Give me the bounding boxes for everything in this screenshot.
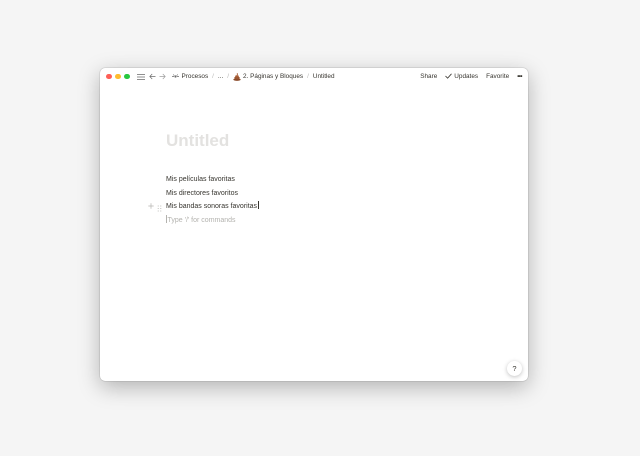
- text-block-active[interactable]: Mis bandas sonoras favoritas: [148, 200, 466, 214]
- drag-handle-icon[interactable]: [157, 203, 162, 212]
- app-window: Procesos / ... / 2. Páginas y Bloques / …: [100, 68, 528, 381]
- text-block[interactable]: Mis películas favoritas: [166, 173, 466, 187]
- breadcrumb-separator: /: [227, 73, 230, 80]
- block-text: Mis películas favoritas: [166, 176, 235, 183]
- page-content: Untitled Mis películas favoritas Mis dir…: [148, 130, 466, 228]
- breadcrumb-procesos[interactable]: Procesos: [171, 73, 210, 80]
- sidebar-menu-icon[interactable]: [136, 73, 145, 81]
- breadcrumb-label: Procesos: [181, 73, 209, 80]
- processes-icon: [171, 73, 179, 80]
- block-handles: [148, 200, 162, 214]
- share-button[interactable]: Share: [420, 73, 437, 80]
- favorite-button[interactable]: Favorite: [486, 73, 509, 80]
- breadcrumb-ellipsis[interactable]: ...: [217, 73, 224, 80]
- minimize-window-button[interactable]: [115, 73, 121, 80]
- text-block[interactable]: Mis directores favoritos: [166, 187, 466, 201]
- breadcrumb-label: ...: [217, 73, 224, 80]
- empty-block[interactable]: Type '/' for commands: [166, 214, 466, 228]
- text-cursor: [257, 201, 259, 209]
- help-button[interactable]: ?: [507, 361, 522, 376]
- page-title[interactable]: Untitled: [166, 130, 466, 152]
- window-controls: [106, 73, 130, 80]
- topbar-actions: Share Updates Favorite •••: [420, 73, 522, 81]
- breadcrumb-label: 2. Páginas y Bloques: [243, 73, 304, 80]
- forward-arrow-icon[interactable]: [159, 73, 166, 80]
- breadcrumb-paginas-y-bloques[interactable]: 2. Páginas y Bloques: [232, 72, 304, 81]
- favorite-label: Favorite: [486, 73, 510, 80]
- zoom-window-button[interactable]: [124, 73, 130, 80]
- help-label: ?: [512, 364, 517, 373]
- block-text: Mis bandas sonoras favoritas: [166, 203, 258, 210]
- history-navigation: [148, 73, 166, 80]
- updates-label: Updates: [454, 73, 479, 80]
- breadcrumb: Procesos / ... / 2. Páginas y Bloques / …: [171, 72, 336, 81]
- block-text: Mis directores favoritos: [166, 189, 238, 197]
- breadcrumb-label: Untitled: [312, 73, 335, 80]
- more-options-icon[interactable]: •••: [517, 74, 522, 80]
- checkmark-icon: [445, 73, 453, 81]
- share-label: Share: [420, 73, 438, 80]
- top-bar: Procesos / ... / 2. Páginas y Bloques / …: [100, 68, 528, 85]
- block-placeholder: Type '/' for commands: [167, 216, 236, 224]
- add-block-plus-icon[interactable]: [148, 200, 154, 214]
- breadcrumb-separator: /: [212, 73, 214, 80]
- poop-emoji-icon: [233, 72, 241, 81]
- breadcrumb-untitled[interactable]: Untitled: [312, 73, 336, 80]
- breadcrumb-separator: /: [307, 73, 309, 80]
- updates-button[interactable]: Updates: [445, 73, 478, 81]
- close-window-button[interactable]: [106, 73, 112, 80]
- back-arrow-icon[interactable]: [148, 73, 156, 80]
